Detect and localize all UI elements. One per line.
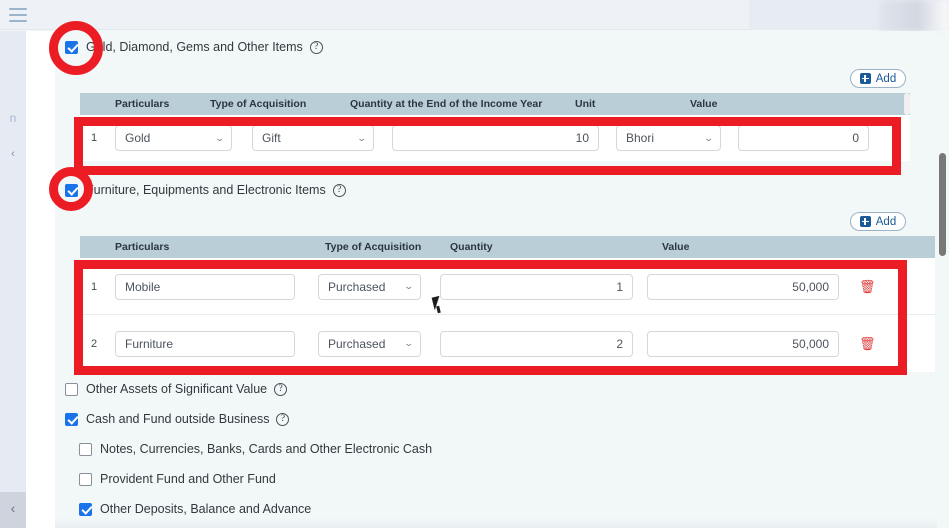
checklist-label: Provident Fund and Other Fund [100,472,276,486]
top-bar [0,0,749,30]
add-button-furniture[interactable]: Add [850,212,906,231]
checkbox-other-deposits[interactable] [79,502,92,516]
checklist-item-cash-fund[interactable]: Cash and Fund outside Business ? [65,412,290,426]
checkbox-notes-currencies[interactable] [79,442,92,456]
select-value-type: Purchased [328,336,386,351]
trash-icon[interactable]: 🗑 [859,337,876,350]
table-header-gold: Particulars Type of Acquisition Quantity… [80,93,910,115]
checklist-item-provident-fund[interactable]: Provident Fund and Other Fund [79,472,276,486]
checklist-item-other-deposits[interactable]: Other Deposits, Balance and Advance [79,502,311,516]
select-particulars-gold[interactable]: Gold ⌄ [115,125,232,151]
input-particulars-furniture-1[interactable]: Mobile [115,273,295,300]
row-number: 1 [91,280,98,293]
section-label-furniture: Furniture, Equipments and Electronic Ite… [86,183,326,197]
app-screen: n ‹ ‹ Gold, Diamond, Gems and Other Item… [0,0,949,528]
add-button-label-gold: Add [875,72,897,85]
hamburger-icon[interactable] [9,8,27,22]
help-circle-icon[interactable]: ? [274,382,288,396]
checklist-item-other-assets[interactable]: Other Assets of Significant Value ? [65,382,288,396]
column-header-particulars: Particulars [115,241,170,253]
top-bar-blur-overlay [879,0,949,32]
chevron-down-icon: ⌄ [404,281,415,291]
row-number: 2 [91,337,98,350]
table-gold: Particulars Type of Acquisition Quantity… [80,93,910,161]
chevron-down-icon: ⌄ [704,132,715,143]
help-circle-icon[interactable]: ? [309,40,323,54]
checkbox-other-assets[interactable] [65,382,78,396]
select-value-unit: Bhori [626,131,655,145]
page-scrollbar-track[interactable] [938,31,947,528]
select-value-type: Gift [262,131,281,145]
checklist-item-notes-currencies[interactable]: Notes, Currencies, Banks, Cards and Othe… [79,442,432,456]
checkbox-cash-fund[interactable] [65,412,78,426]
column-header-unit: Unit [575,98,596,110]
help-circle-icon[interactable]: ? [332,183,346,197]
table-row: 2 Furniture Purchased ⌄ 2 50,000 🗑 [80,315,935,372]
column-header-type-of-acquisition: Type of Acquisition [210,98,307,110]
select-type-of-acquisition-gold[interactable]: Gift ⌄ [252,125,374,151]
select-type-of-acquisition-furniture-1[interactable]: Purchased ⌄ [318,273,421,300]
plus-square-icon [859,216,871,227]
select-value-type: Purchased [328,279,386,294]
input-particulars-furniture-2[interactable]: Furniture [115,330,295,357]
row-number: 1 [91,132,98,144]
section-label-gold: Gold, Diamond, Gems and Other Items [86,40,303,54]
column-header-type-of-acquisition: Type of Acquisition [325,241,422,253]
sidebar-bottom-collapse-chevron-icon[interactable]: ‹ [0,500,26,516]
table-body-furniture: 1 Mobile Purchased ⌄ 1 50,000 🗑 2 Furnit… [80,258,935,372]
column-header-quantity: Quantity at the End of the Income Year [350,98,543,110]
chevron-down-icon: ⌄ [357,132,368,143]
input-quantity-furniture-1[interactable]: 1 [440,273,633,300]
section-checkbox-row-gold[interactable]: Gold, Diamond, Gems and Other Items ? [65,40,323,54]
select-value-particulars: Gold [125,131,151,145]
sidebar-collapse-chevron-icon[interactable]: ‹ [0,148,26,160]
chevron-down-icon: ⌄ [215,132,226,143]
chevron-down-icon: ⌄ [404,338,415,348]
add-button-label-furniture: Add [875,215,897,228]
help-circle-icon[interactable]: ? [276,412,290,426]
column-header-particulars: Particulars [115,98,170,110]
input-value-furniture-1[interactable]: 50,000 [647,273,839,300]
input-value-gold[interactable]: 0 [738,125,869,151]
checkbox-provident-fund[interactable] [79,472,92,486]
table-header-furniture: Particulars Type of Acquisition Quantity… [80,236,935,258]
page-scrollbar-thumb[interactable] [939,153,946,256]
input-value-furniture-2[interactable]: 50,000 [647,330,839,357]
main-content: Gold, Diamond, Gems and Other Items ? Ad… [55,31,937,528]
table-gold-scroll-track[interactable] [904,93,910,115]
add-button-gold[interactable]: Add [850,69,906,88]
checkbox-furniture[interactable] [65,183,78,197]
column-header-quantity: Quantity [450,241,493,253]
checklist-label: Notes, Currencies, Banks, Cards and Othe… [100,442,433,456]
sidebar-truncated-label: n [9,111,17,125]
column-header-value: Value [690,98,718,110]
input-quantity-gold[interactable]: 10 [392,125,599,151]
column-header-value: Value [662,241,690,253]
section-checkbox-row-furniture[interactable]: Furniture, Equipments and Electronic Ite… [65,183,346,197]
bottom-fade [55,518,937,528]
input-quantity-furniture-2[interactable]: 2 [440,330,633,357]
checklist-label: Other Deposits, Balance and Advance [100,502,312,516]
table-row: 1 Mobile Purchased ⌄ 1 50,000 🗑 [80,258,935,315]
table-row: 1 Gold ⌄ Gift ⌄ 10 Bhori ⌄ 0 [80,115,910,161]
select-type-of-acquisition-furniture-2[interactable]: Purchased ⌄ [318,330,421,357]
table-body-gold: 1 Gold ⌄ Gift ⌄ 10 Bhori ⌄ 0 [80,115,910,161]
checkbox-gold[interactable] [65,40,78,54]
left-white-gutter [26,31,55,528]
checklist-label: Cash and Fund outside Business [86,412,270,426]
trash-icon[interactable]: 🗑 [859,280,876,293]
left-sidebar-rail: n ‹ [0,31,26,528]
table-furniture: Particulars Type of Acquisition Quantity… [80,236,935,372]
plus-square-icon [859,73,871,84]
select-unit-gold[interactable]: Bhori ⌄ [616,125,721,151]
checklist-label: Other Assets of Significant Value [86,382,268,396]
